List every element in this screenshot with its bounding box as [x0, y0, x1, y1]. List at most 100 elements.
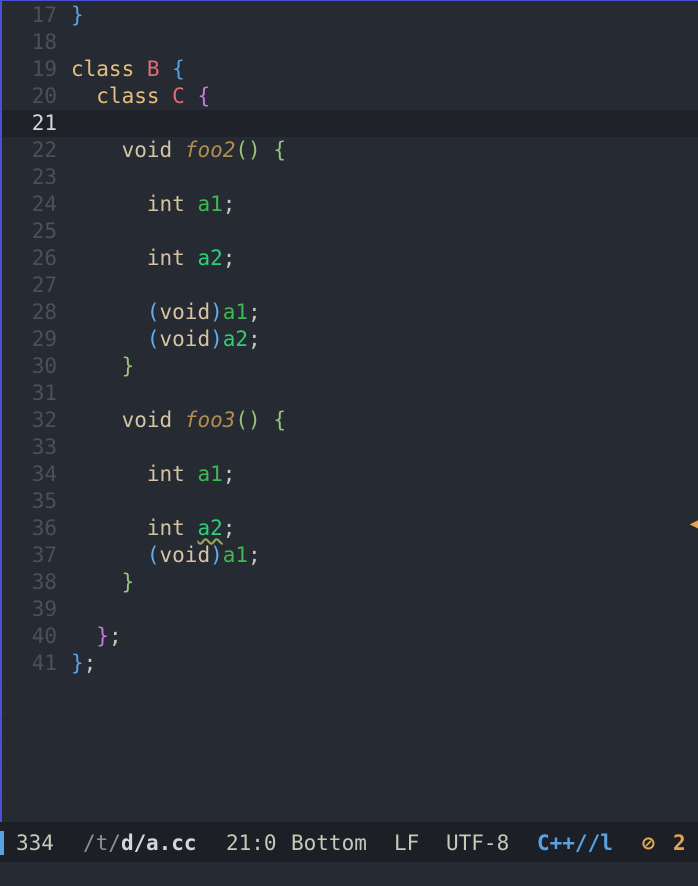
code-text: void foo3() { — [71, 407, 286, 434]
line-number: 28 — [31, 300, 57, 324]
line-number: 38 — [31, 570, 57, 594]
line-number: 29 — [31, 327, 57, 351]
line-number: 35 — [31, 489, 57, 513]
code-line[interactable]: 37 (void)a1; — [2, 542, 698, 569]
code-line[interactable]: 25 — [2, 218, 698, 245]
code-line[interactable]: 33 — [2, 434, 698, 461]
code-token: } — [71, 3, 84, 27]
code-token: } — [71, 624, 109, 648]
code-line[interactable]: 35 — [2, 488, 698, 515]
code-token: ( — [71, 543, 160, 567]
buffer-size: 334 — [16, 831, 54, 855]
buffer-file-name[interactable]: a.cc — [146, 822, 197, 864]
encoding-indicator[interactable]: UTF-8 — [446, 822, 509, 864]
code-token: a1 — [197, 462, 223, 486]
echo-area[interactable] — [0, 862, 698, 886]
code-line[interactable]: 31 — [2, 380, 698, 407]
code-token: void — [159, 543, 211, 567]
code-token: a1 — [222, 543, 249, 567]
flycheck-error-icon[interactable]: ⊘ — [642, 822, 655, 864]
code-line[interactable]: 19 class B { — [2, 56, 698, 83]
code-token: ; — [222, 462, 236, 486]
line-number: 34 — [31, 462, 57, 486]
code-text: class C { — [71, 83, 210, 110]
line-number: 39 — [31, 597, 57, 621]
code-text: } — [71, 2, 84, 29]
line-number: 32 — [31, 408, 57, 432]
code-token: a2 — [197, 516, 223, 540]
eol-indicator[interactable]: LF — [394, 822, 419, 864]
code-text: int a2; — [71, 245, 236, 272]
code-line[interactable]: 18 — [2, 29, 698, 56]
code-token: ( — [71, 327, 160, 351]
code-token: ; — [248, 327, 261, 351]
code-token: { — [184, 84, 211, 108]
empty-line-mark — [2, 712, 6, 713]
line-number: 19 — [31, 57, 57, 81]
code-text: }; — [71, 650, 96, 677]
code-token: class — [71, 84, 173, 108]
code-line[interactable]: 29 (void)a2; — [2, 326, 698, 353]
buffer-path-dir: /t/ — [83, 831, 121, 855]
code-line[interactable]: 30 } — [2, 353, 698, 380]
line-number: 23 — [31, 165, 57, 189]
code-token: ; — [248, 300, 261, 324]
code-token: a1 — [222, 300, 249, 324]
code-line[interactable]: 27 — [2, 272, 698, 299]
scroll-position: Bottom — [291, 831, 367, 855]
code-token: } — [71, 354, 135, 378]
code-token: } — [71, 651, 84, 675]
code-token: ) — [210, 327, 223, 351]
code-text: int a1; — [71, 461, 236, 488]
code-text: } — [71, 353, 135, 380]
code-line[interactable]: 24 int a1; — [2, 191, 698, 218]
code-text: void foo2() { — [71, 137, 286, 164]
line-number: 26 — [31, 246, 57, 270]
code-token: ) — [210, 300, 223, 324]
code-token: foo3 — [184, 408, 236, 432]
code-token: ; — [108, 624, 122, 648]
major-mode[interactable]: C++//l — [537, 822, 613, 864]
code-token: a1 — [197, 192, 223, 216]
code-line[interactable]: 40 }; — [2, 623, 698, 650]
code-line[interactable]: 36 int a2; — [2, 515, 698, 542]
code-token: ; — [248, 543, 261, 567]
line-number: 18 — [31, 30, 57, 54]
code-token: int — [71, 192, 198, 216]
code-text: } — [71, 569, 135, 596]
code-token: int — [71, 246, 198, 270]
code-text: int a2; — [71, 515, 236, 542]
code-token: void — [159, 300, 211, 324]
code-text: int a1; — [71, 191, 236, 218]
line-number: 30 — [31, 354, 57, 378]
flycheck-error-count[interactable]: 2 — [673, 822, 686, 864]
line-number: 25 — [31, 219, 57, 243]
buffer-path-subdir: d/ — [121, 831, 147, 855]
code-line[interactable]: 21 — [2, 110, 698, 137]
code-token: () — [235, 408, 261, 432]
line-number: 22 — [31, 138, 57, 162]
code-line[interactable]: 28 (void)a1; — [2, 299, 698, 326]
code-token: ; — [222, 192, 236, 216]
line-number: 36 — [31, 516, 57, 540]
code-editor[interactable]: 17} 18 19 class B {20 class C {21 22 void fo… — [2, 1, 698, 821]
code-token: foo2 — [184, 138, 236, 162]
code-token: ; — [222, 516, 236, 540]
code-line[interactable]: 23 — [2, 164, 698, 191]
code-line[interactable]: 22 void foo2() { — [2, 137, 698, 164]
code-line[interactable]: 26 int a2; — [2, 245, 698, 272]
empty-line-mark — [2, 739, 6, 740]
code-line[interactable]: 20 class C { — [2, 83, 698, 110]
code-token: class — [71, 57, 147, 81]
code-token: int — [71, 516, 198, 540]
code-line[interactable]: 34 int a1; — [2, 461, 698, 488]
code-line[interactable]: 38 } — [2, 569, 698, 596]
code-line[interactable]: 17} — [2, 2, 698, 29]
code-line[interactable]: 32 void foo3() { — [2, 407, 698, 434]
code-line[interactable]: 41}; — [2, 650, 698, 677]
code-token: a2 — [197, 246, 223, 270]
code-line[interactable]: 39 — [2, 596, 698, 623]
code-token: ) — [210, 543, 223, 567]
modeline-indicator — [0, 831, 4, 855]
code-token: void — [159, 327, 211, 351]
